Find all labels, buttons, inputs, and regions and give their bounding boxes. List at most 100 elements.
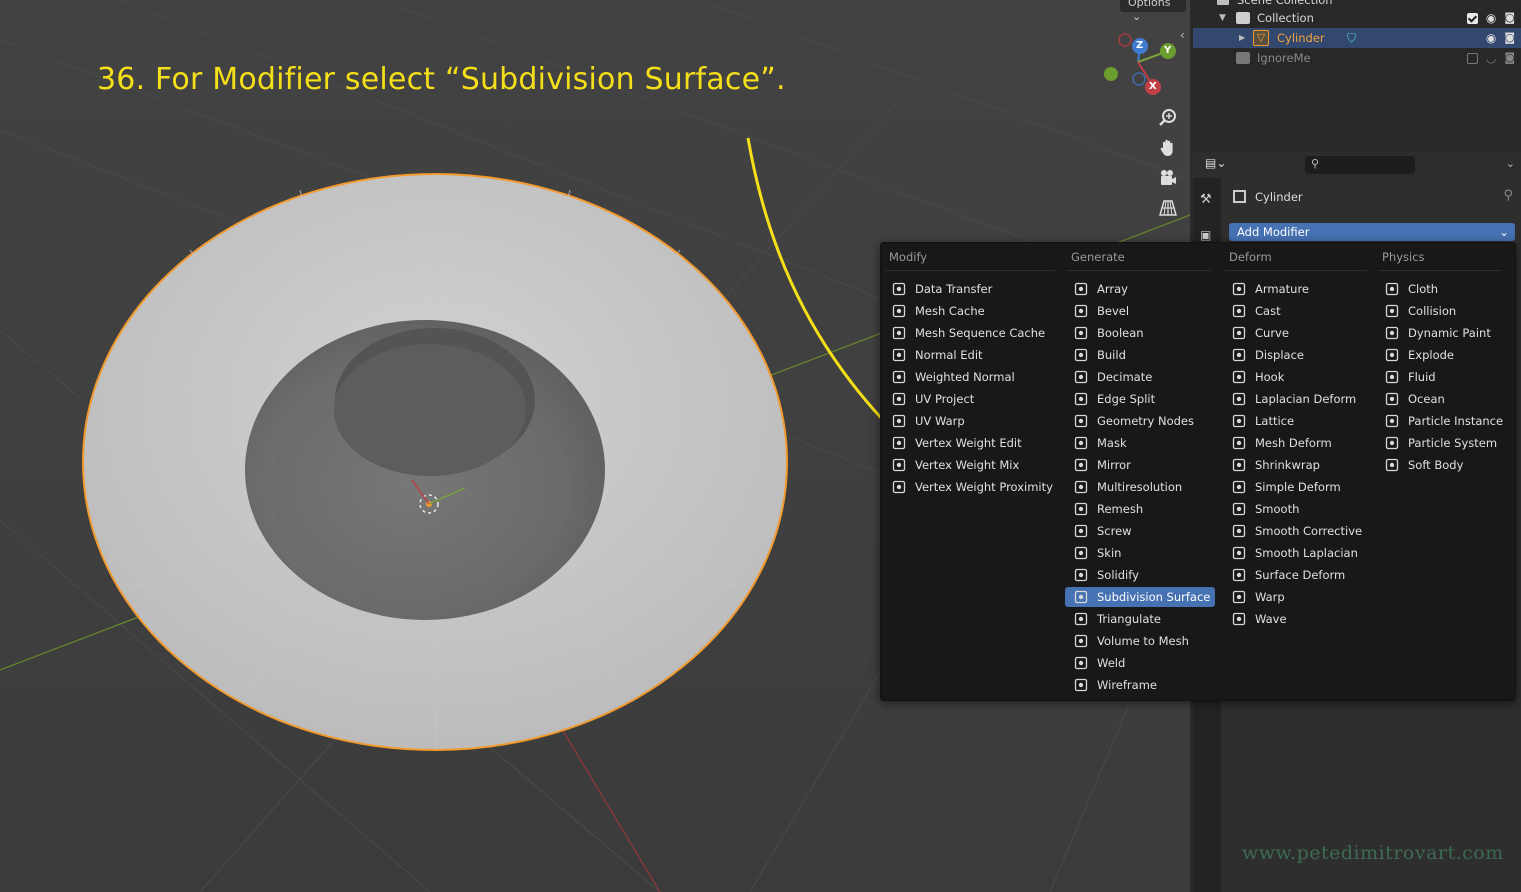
- menu-item-edge-split[interactable]: Edge Split: [1065, 389, 1215, 409]
- menu-item-triangulate[interactable]: Triangulate: [1065, 609, 1215, 629]
- menu-item-normal-edit[interactable]: Normal Edit: [883, 345, 1059, 365]
- menu-item-soft-body[interactable]: Soft Body: [1376, 455, 1506, 475]
- menu-item-cast[interactable]: Cast: [1223, 301, 1371, 321]
- menu-item-smooth-corrective[interactable]: Smooth Corrective: [1223, 521, 1371, 541]
- menu-item-wave[interactable]: Wave: [1223, 609, 1371, 629]
- menu-item-dynamic-paint[interactable]: Dynamic Paint: [1376, 323, 1506, 343]
- expand-arrow-icon[interactable]: ▼: [1219, 8, 1226, 28]
- menu-item-shrinkwrap[interactable]: Shrinkwrap: [1223, 455, 1371, 475]
- tool-tab-icon[interactable]: ⚒: [1200, 192, 1212, 207]
- menu-item-mask[interactable]: Mask: [1065, 433, 1215, 453]
- pin-icon[interactable]: ⚲: [1503, 188, 1513, 203]
- eye-icon[interactable]: ◉: [1486, 28, 1496, 48]
- menu-item-label: Dynamic Paint: [1408, 326, 1491, 340]
- menu-item-warp[interactable]: Warp: [1223, 587, 1371, 607]
- eye-closed-icon[interactable]: ◡: [1486, 48, 1496, 68]
- menu-item-volume-to-mesh[interactable]: Volume to Mesh: [1065, 631, 1215, 651]
- camera-render-icon[interactable]: ◙: [1504, 28, 1515, 48]
- camera-render-icon[interactable]: ◙: [1504, 8, 1515, 28]
- menu-item-vertex-weight-edit[interactable]: Vertex Weight Edit: [883, 433, 1059, 453]
- menu-item-lattice[interactable]: Lattice: [1223, 411, 1371, 431]
- render-tab-icon[interactable]: ▣: [1200, 228, 1211, 242]
- editor-type-icon[interactable]: ▤⌄: [1205, 156, 1226, 170]
- camera-icon[interactable]: [1154, 164, 1182, 192]
- menu-item-screw[interactable]: Screw: [1065, 521, 1215, 541]
- array-icon: [1074, 282, 1088, 296]
- menu-item-bevel[interactable]: Bevel: [1065, 301, 1215, 321]
- menu-item-armature[interactable]: Armature: [1223, 279, 1371, 299]
- chevron-down-icon[interactable]: ⌄: [1506, 157, 1515, 170]
- sidebar-toggle-icon[interactable]: ‹: [1180, 28, 1185, 42]
- menu-item-data-transfer[interactable]: Data Transfer: [883, 279, 1059, 299]
- menu-item-solidify[interactable]: Solidify: [1065, 565, 1215, 585]
- properties-search-input[interactable]: ⚲: [1305, 156, 1415, 174]
- menu-item-cloth[interactable]: Cloth: [1376, 279, 1506, 299]
- menu-item-label: Vertex Weight Edit: [915, 436, 1022, 450]
- menu-item-particle-system[interactable]: Particle System: [1376, 433, 1506, 453]
- menu-item-fluid[interactable]: Fluid: [1376, 367, 1506, 387]
- outliner-row-collection[interactable]: ▼ Collection ◉ ◙: [1193, 8, 1521, 28]
- gizmo-z-label[interactable]: Z: [1136, 40, 1143, 51]
- menu-item-simple-deform[interactable]: Simple Deform: [1223, 477, 1371, 497]
- menu-item-geometry-nodes[interactable]: Geometry Nodes: [1065, 411, 1215, 431]
- outliner-row-cylinder[interactable]: ▶ ▽ Cylinder ⛉ ◉ ◙: [1193, 28, 1521, 48]
- menu-item-weighted-normal[interactable]: Weighted Normal: [883, 367, 1059, 387]
- mirror-icon: [1074, 458, 1088, 472]
- menu-item-mesh-deform[interactable]: Mesh Deform: [1223, 433, 1371, 453]
- smooth-laplacian-icon: [1232, 546, 1246, 560]
- menu-item-decimate[interactable]: Decimate: [1065, 367, 1215, 387]
- add-modifier-menu[interactable]: Modify Data Transfer Mesh Cache Mesh Sequen…: [880, 242, 1516, 701]
- menu-item-mirror[interactable]: Mirror: [1065, 455, 1215, 475]
- mesh-data-icon[interactable]: ⛉: [1347, 28, 1356, 48]
- menu-item-label: Collision: [1408, 304, 1457, 318]
- menu-item-smooth-laplacian[interactable]: Smooth Laplacian: [1223, 543, 1371, 563]
- expand-arrow-icon[interactable]: ▶: [1239, 28, 1245, 48]
- eye-icon[interactable]: ◉: [1486, 8, 1496, 28]
- menu-item-laplacian-deform[interactable]: Laplacian Deform: [1223, 389, 1371, 409]
- explode-icon: [1385, 348, 1399, 362]
- menu-item-explode[interactable]: Explode: [1376, 345, 1506, 365]
- menu-item-hook[interactable]: Hook: [1223, 367, 1371, 387]
- exclude-checkbox[interactable]: [1466, 52, 1478, 64]
- options-label: Options: [1128, 0, 1171, 9]
- menu-item-vertex-weight-proximity[interactable]: Vertex Weight Proximity: [883, 477, 1059, 497]
- options-dropdown[interactable]: Options ⌄: [1120, 0, 1186, 23]
- grid-perspective-icon[interactable]: [1154, 194, 1182, 222]
- menu-item-build[interactable]: Build: [1065, 345, 1215, 365]
- zoom-icon[interactable]: [1154, 104, 1182, 132]
- menu-item-smooth[interactable]: Smooth: [1223, 499, 1371, 519]
- cylinder-label: Cylinder: [1277, 31, 1325, 45]
- menu-item-mesh-cache[interactable]: Mesh Cache: [883, 301, 1059, 321]
- menu-item-collision[interactable]: Collision: [1376, 301, 1506, 321]
- smooth-corrective-icon: [1232, 524, 1246, 538]
- menu-item-surface-deform[interactable]: Surface Deform: [1223, 565, 1371, 585]
- menu-item-vertex-weight-mix[interactable]: Vertex Weight Mix: [883, 455, 1059, 475]
- menu-item-curve[interactable]: Curve: [1223, 323, 1371, 343]
- exclude-checkbox[interactable]: [1466, 12, 1478, 24]
- menu-item-subdivision-surface[interactable]: Subdivision Surface: [1065, 587, 1215, 607]
- menu-item-uv-project[interactable]: UV Project: [883, 389, 1059, 409]
- menu-item-boolean[interactable]: Boolean: [1065, 323, 1215, 343]
- outliner[interactable]: Scene Collection ▼ Collection ◉ ◙ ▶ ▽ Cy…: [1193, 0, 1521, 150]
- camera-render-icon[interactable]: ◙: [1504, 48, 1515, 68]
- menu-item-remesh[interactable]: Remesh: [1065, 499, 1215, 519]
- menu-item-label: Weld: [1097, 656, 1126, 670]
- menu-item-wireframe[interactable]: Wireframe: [1065, 675, 1215, 695]
- gizmo-x-label[interactable]: X: [1149, 81, 1157, 92]
- particle-instance-icon: [1385, 414, 1399, 428]
- add-modifier-button[interactable]: Add Modifier ⌄: [1229, 223, 1515, 241]
- menu-item-uv-warp[interactable]: UV Warp: [883, 411, 1059, 431]
- menu-item-mesh-sequence-cache[interactable]: Mesh Sequence Cache: [883, 323, 1059, 343]
- menu-item-array[interactable]: Array: [1065, 279, 1215, 299]
- outliner-row-ignoreme[interactable]: IgnoreMe ◡ ◙: [1193, 48, 1521, 68]
- menu-item-particle-instance[interactable]: Particle Instance: [1376, 411, 1506, 431]
- menu-item-ocean[interactable]: Ocean: [1376, 389, 1506, 409]
- menu-item-skin[interactable]: Skin: [1065, 543, 1215, 563]
- menu-item-weld[interactable]: Weld: [1065, 653, 1215, 673]
- gizmo-y-label[interactable]: Y: [1164, 45, 1171, 56]
- menu-item-label: Subdivision Surface: [1097, 590, 1211, 604]
- menu-item-displace[interactable]: Displace: [1223, 345, 1371, 365]
- hand-pan-icon[interactable]: [1154, 134, 1182, 162]
- multiresolution-icon: [1074, 480, 1088, 494]
- menu-item-multiresolution[interactable]: Multiresolution: [1065, 477, 1215, 497]
